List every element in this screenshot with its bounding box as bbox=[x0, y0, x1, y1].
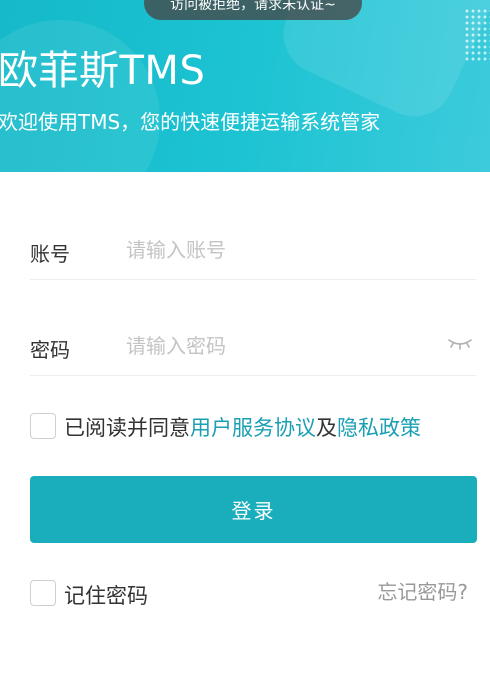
app-subtitle: 欢迎使用TMS，您的快速便捷运输系统管家 bbox=[0, 110, 381, 134]
agreement-prefix: 已阅读并同意 bbox=[64, 416, 190, 440]
user-agreement-link[interactable]: 用户服务协议 bbox=[190, 416, 316, 440]
forgot-password-link[interactable]: 忘记密码? bbox=[377, 576, 468, 605]
remember-row: 记住密码 忘记密码? bbox=[30, 576, 476, 610]
password-label: 密码 bbox=[30, 338, 70, 362]
agreement-conjunction: 及 bbox=[316, 416, 337, 440]
header-banner: 欧菲斯TMS 欢迎使用TMS，您的快速便捷运输系统管家 bbox=[0, 0, 490, 172]
app-title: 欧菲斯TMS bbox=[0, 48, 206, 94]
login-page: 欧菲斯TMS 欢迎使用TMS，您的快速便捷运输系统管家 访问被拒绝，请求未认证~… bbox=[0, 0, 490, 676]
account-label: 账号 bbox=[30, 242, 70, 266]
login-button[interactable]: 登录 bbox=[30, 476, 477, 543]
agreement-text: 已阅读并同意用户服务协议及隐私政策 bbox=[64, 412, 421, 442]
password-field: 密码 bbox=[30, 316, 476, 376]
toast-message: 访问被拒绝，请求未认证~ bbox=[144, 0, 362, 20]
remember-label: 记住密码 bbox=[64, 584, 148, 608]
dots-pattern-icon bbox=[464, 8, 490, 62]
privacy-policy-link[interactable]: 隐私政策 bbox=[337, 416, 421, 440]
account-field: 账号 bbox=[30, 220, 476, 280]
agreement-checkbox[interactable] bbox=[30, 413, 56, 439]
password-input[interactable] bbox=[126, 328, 426, 364]
account-input[interactable] bbox=[126, 232, 426, 268]
toast-text: 访问被拒绝，请求未认证~ bbox=[170, 0, 336, 13]
eye-closed-icon[interactable] bbox=[446, 334, 474, 352]
agreement-row: 已阅读并同意用户服务协议及隐私政策 bbox=[30, 410, 476, 444]
remember-checkbox[interactable] bbox=[30, 580, 56, 606]
